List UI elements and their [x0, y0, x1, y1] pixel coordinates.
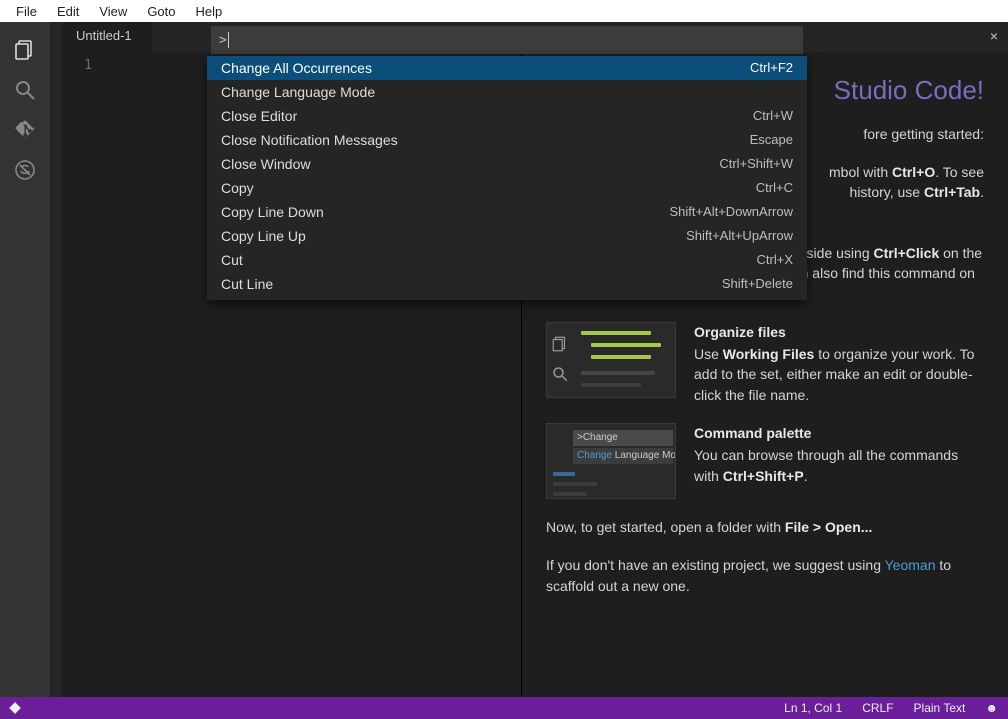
- menu-view[interactable]: View: [89, 2, 137, 21]
- text: If you don't have an existing project, w…: [546, 557, 885, 573]
- status-lncol[interactable]: Ln 1, Col 1: [774, 701, 852, 715]
- kbd: File > Open...: [785, 519, 873, 535]
- feature-body: Use Working Files to organize your work.…: [694, 344, 984, 405]
- kbd: Ctrl+Click: [874, 245, 940, 261]
- palette-prefix: >: [219, 33, 227, 48]
- tab-untitled[interactable]: Untitled-1: [62, 22, 146, 52]
- sidebar[interactable]: [50, 22, 62, 697]
- palette-item[interactable]: Copy Line Down Shift+Alt+DownArrow: [207, 200, 807, 224]
- status-feedback-icon[interactable]: [0, 701, 30, 715]
- command-palette: > Change All Occurrences Ctrl+F2 Change La…: [207, 22, 807, 300]
- text: .: [804, 468, 808, 484]
- palette-item-label: Close Window: [221, 156, 310, 172]
- palette-item-label: Copy Line Up: [221, 228, 306, 244]
- menu-goto[interactable]: Goto: [137, 2, 185, 21]
- palette-item-shortcut: Ctrl+X: [757, 252, 793, 268]
- palette-item[interactable]: Change Language Mode: [207, 80, 807, 104]
- palette-item[interactable]: Cut Ctrl+X: [207, 248, 807, 272]
- main-area: Untitled-1 × 1 Studio Code! fore getting…: [0, 22, 1008, 697]
- activity-bar: [0, 22, 50, 697]
- palette-item-label: Cut: [221, 252, 243, 268]
- menu-file[interactable]: File: [6, 2, 47, 21]
- get-started-text: Now, to get started, open a folder with …: [546, 517, 984, 537]
- cursor-icon: [228, 32, 229, 48]
- palette-item[interactable]: Cut Line Shift+Delete: [207, 272, 807, 296]
- feature-organize: Organize files Use Working Files to orga…: [546, 322, 984, 405]
- yeoman-link[interactable]: Yeoman: [885, 557, 936, 573]
- palette-list: Change All Occurrences Ctrl+F2 Change Lang…: [207, 56, 807, 300]
- kbd: Working Files: [723, 346, 815, 362]
- palette-item-label: Close Notification Messages: [221, 132, 398, 148]
- line-gutter: 1: [62, 52, 102, 697]
- palette-item-shortcut: Shift+Alt+DownArrow: [669, 204, 793, 220]
- palette-input[interactable]: >: [211, 26, 803, 54]
- palette-item-label: Change Language Mode: [221, 84, 375, 100]
- text: .: [980, 184, 984, 200]
- text: Change Language Mod: [573, 448, 673, 465]
- palette-item-shortcut: Ctrl+W: [753, 108, 793, 124]
- git-icon[interactable]: [0, 110, 50, 150]
- palette-item-shortcut: Shift+Delete: [722, 276, 793, 292]
- feature-title: Command palette: [694, 423, 984, 443]
- palette-item[interactable]: Close Window Ctrl+Shift+W: [207, 152, 807, 176]
- status-smiley-icon[interactable]: ☻: [975, 701, 1008, 715]
- text: . To see: [935, 164, 984, 180]
- palette-item-label: Change All Occurrences: [221, 60, 372, 76]
- thumb-icon: [546, 322, 676, 398]
- text: mbol with: [829, 164, 892, 180]
- palette-item-label: Cut Line: [221, 276, 273, 292]
- palette-item-shortcut: Ctrl+F2: [750, 60, 793, 76]
- text: Language Mod: [612, 450, 676, 461]
- close-icon[interactable]: ×: [990, 28, 998, 44]
- palette-item[interactable]: Close Editor Ctrl+W: [207, 104, 807, 128]
- thumb-icon: >Change Change Language Mod: [546, 423, 676, 499]
- palette-item-shortcut: Ctrl+Shift+W: [719, 156, 793, 172]
- palette-item-label: Copy Line Down: [221, 204, 324, 220]
- palette-item[interactable]: Close Notification Messages Escape: [207, 128, 807, 152]
- palette-item-label: Copy: [221, 180, 254, 196]
- text: Now, to get started, open a folder with: [546, 519, 785, 535]
- palette-item-shortcut: Ctrl+C: [756, 180, 793, 196]
- content: Untitled-1 × 1 Studio Code! fore getting…: [62, 22, 1008, 697]
- palette-item-label: Close Editor: [221, 108, 297, 124]
- menu-help[interactable]: Help: [186, 2, 233, 21]
- search-icon[interactable]: [0, 70, 50, 110]
- palette-item[interactable]: Copy Ctrl+C: [207, 176, 807, 200]
- status-language-mode[interactable]: Plain Text: [904, 701, 976, 715]
- feature-command-palette: >Change Change Language Mod Command pale…: [546, 423, 984, 499]
- debug-icon[interactable]: [0, 150, 50, 190]
- yeoman-text: If you don't have an existing project, w…: [546, 555, 984, 596]
- feature-title: Organize files: [694, 322, 984, 342]
- menu-edit[interactable]: Edit: [47, 2, 89, 21]
- palette-item[interactable]: Copy Line Up Shift+Alt+UpArrow: [207, 224, 807, 248]
- text: Change: [577, 450, 612, 461]
- status-eol[interactable]: CRLF: [852, 701, 903, 715]
- explorer-icon[interactable]: [0, 30, 50, 70]
- feature-body: You can browse through all the commands …: [694, 445, 984, 486]
- text: Use: [694, 346, 723, 362]
- kbd: Ctrl+Shift+P: [723, 468, 804, 484]
- kbd: Ctrl+O: [892, 164, 935, 180]
- text: >Change: [573, 430, 673, 447]
- status-bar: Ln 1, Col 1 CRLF Plain Text ☻: [0, 697, 1008, 719]
- menubar: File Edit View Goto Help: [0, 0, 1008, 22]
- text: history, use: [850, 184, 924, 200]
- palette-item-shortcut: Shift+Alt+UpArrow: [686, 228, 793, 244]
- palette-item-shortcut: Escape: [750, 132, 793, 148]
- kbd: Ctrl+Tab: [924, 184, 980, 200]
- palette-item[interactable]: Change All Occurrences Ctrl+F2: [207, 56, 807, 80]
